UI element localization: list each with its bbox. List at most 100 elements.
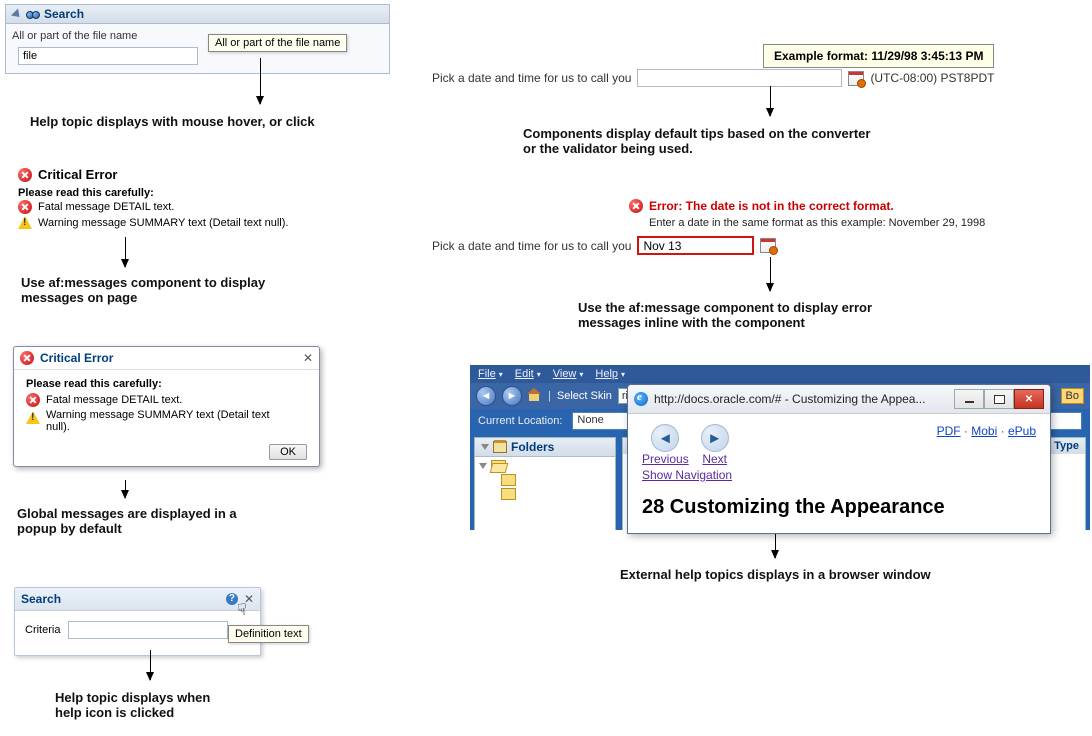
epub-link[interactable]: ePub	[1008, 424, 1036, 438]
menu-help[interactable]: Help▾	[595, 368, 625, 380]
def-search-header: Search ? ✕	[15, 588, 260, 611]
caption-def-2: help icon is clicked	[55, 705, 210, 720]
date-error-heading: Error: The date is not in the correct fo…	[629, 199, 985, 213]
tree-root[interactable]: My Files	[479, 459, 611, 473]
folders-icon	[493, 441, 507, 453]
example-format-tooltip: Example format: 11/29/98 3:45:13 PM	[763, 44, 994, 68]
menu-edit[interactable]: Edit▾	[515, 368, 541, 380]
critical-error-header: Critical Error	[18, 166, 348, 183]
tree-root-label: My Files	[510, 460, 551, 472]
date-input[interactable]	[637, 69, 842, 87]
tree-folder0-label: Folder0	[520, 474, 557, 486]
nav-back-button[interactable]: ◄	[476, 386, 496, 406]
error-icon	[629, 199, 643, 213]
binoculars-icon	[26, 8, 40, 20]
date-error-title: Error: The date is not in the correct fo…	[649, 199, 894, 213]
browser-titlebar: http://docs.oracle.com/# - Customizing t…	[628, 385, 1050, 414]
error-icon	[18, 168, 32, 182]
search-panel-header: Search	[5, 4, 390, 24]
app-menu-bar: File▾ Edit▾ View▾ Help▾	[470, 365, 1090, 383]
caption-popup-1: Global messages are displayed in a	[17, 506, 237, 521]
folder-icon	[501, 474, 516, 486]
warning-icon	[26, 411, 40, 424]
arrow-icon	[150, 650, 151, 680]
date-label: Pick a date and time for us to call you	[432, 71, 631, 85]
caption-dateerr-1: Use the af:message component to display …	[578, 300, 872, 315]
close-icon[interactable]: ✕	[303, 351, 313, 365]
error-icon	[18, 200, 32, 214]
arrow-icon	[125, 237, 126, 267]
file-name-input[interactable]	[18, 47, 198, 65]
ok-button[interactable]: OK	[269, 444, 307, 460]
show-nav-link[interactable]: Show Navigation	[642, 468, 732, 482]
criteria-input[interactable]	[68, 621, 228, 639]
home-icon[interactable]	[528, 390, 542, 402]
pdf-link[interactable]: PDF	[937, 424, 961, 438]
window-maximize-button[interactable]	[984, 389, 1014, 409]
nav-next-icon[interactable]: ►	[701, 424, 729, 452]
error-icon	[20, 351, 34, 365]
date-error-input[interactable]	[637, 236, 754, 255]
arrow-icon	[775, 534, 776, 558]
warning-icon	[18, 216, 32, 229]
timezone-text: (UTC-08:00) PST8PDT	[870, 71, 994, 85]
ie-icon	[634, 392, 648, 406]
disclose-icon[interactable]	[11, 8, 23, 20]
calendar-icon[interactable]	[848, 71, 864, 86]
dialog-fatal-text: Fatal message DETAIL text.	[46, 394, 182, 406]
arrow-icon	[260, 58, 261, 104]
page-heading: 28 Customizing the Appearance	[642, 496, 1036, 519]
disclose-icon[interactable]	[481, 444, 489, 450]
tree-item-folder0[interactable]: Folder0	[479, 473, 611, 487]
browser-body: ◄ Previous ► Next Show Navigation PDF · …	[628, 414, 1050, 533]
window-minimize-button[interactable]	[954, 389, 984, 409]
tree-folder1-label: Folder1	[520, 488, 557, 500]
criteria-label: Criteria	[25, 624, 60, 636]
warning-message-row: Warning message SUMMARY text (Detail tex…	[18, 215, 348, 230]
caption-search: Help topic displays with mouse hover, or…	[30, 114, 315, 129]
nav-prev-icon[interactable]: ◄	[651, 424, 679, 452]
caption-popup-2: popup by default	[17, 521, 237, 536]
date-label-2: Pick a date and time for us to call you	[432, 239, 631, 253]
error-icon	[26, 393, 40, 407]
location-label: Current Location:	[478, 415, 562, 427]
fatal-text: Fatal message DETAIL text.	[38, 201, 174, 213]
caption-def-1: Help topic displays when	[55, 690, 210, 705]
dialog-subtitle: Please read this carefully:	[26, 378, 307, 390]
dialog-warning-text: Warning message SUMMARY text (Detail tex…	[46, 409, 296, 433]
warning-text: Warning message SUMMARY text (Detail tex…	[38, 217, 288, 229]
arrow-icon	[770, 86, 771, 116]
filename-tooltip: All or part of the file name	[208, 34, 347, 52]
definition-tooltip: Definition text	[228, 625, 309, 643]
arrow-icon	[770, 257, 771, 291]
mobi-link[interactable]: Mobi	[971, 424, 997, 438]
critical-error-subtitle: Please read this carefully:	[18, 187, 348, 199]
search-title: Search	[44, 7, 84, 21]
tree-item-folder1[interactable]: Folder1	[479, 487, 611, 501]
dialog-header: Critical Error ✕	[14, 347, 319, 370]
caption-browser: External help topics displays in a brows…	[620, 567, 931, 582]
date-error-detail: Enter a date in the same format as this …	[649, 217, 985, 229]
dialog-title: Critical Error	[40, 351, 113, 365]
folders-panel: Folders My Files Folder0 Folder1	[474, 437, 616, 530]
folders-header: Folders	[475, 438, 615, 457]
caption-tip-1: Components display default tips based on…	[523, 126, 870, 141]
menu-view[interactable]: View▾	[553, 368, 584, 380]
caption-messages-2: messages on page	[21, 290, 265, 305]
caption-tip-2: or the validator being used.	[523, 141, 870, 156]
nav-next-link[interactable]: Next	[702, 452, 727, 466]
cursor-hand-icon: ☟	[237, 600, 247, 620]
caption-messages-1: Use af:messages component to display	[21, 275, 265, 290]
critical-error-title: Critical Error	[38, 167, 117, 182]
calendar-icon[interactable]	[760, 238, 776, 253]
nav-forward-button[interactable]: ►	[502, 386, 522, 406]
folders-title: Folders	[511, 440, 554, 454]
window-close-button[interactable]	[1014, 389, 1044, 409]
def-search-title: Search	[21, 592, 61, 606]
bookmarkable-link[interactable]: Bo	[1061, 388, 1084, 404]
menu-file[interactable]: File▾	[478, 368, 503, 380]
fatal-message-row: Fatal message DETAIL text.	[18, 199, 348, 215]
nav-prev-link[interactable]: Previous	[642, 452, 689, 466]
arrow-icon	[125, 480, 126, 498]
expand-icon[interactable]	[479, 463, 487, 469]
